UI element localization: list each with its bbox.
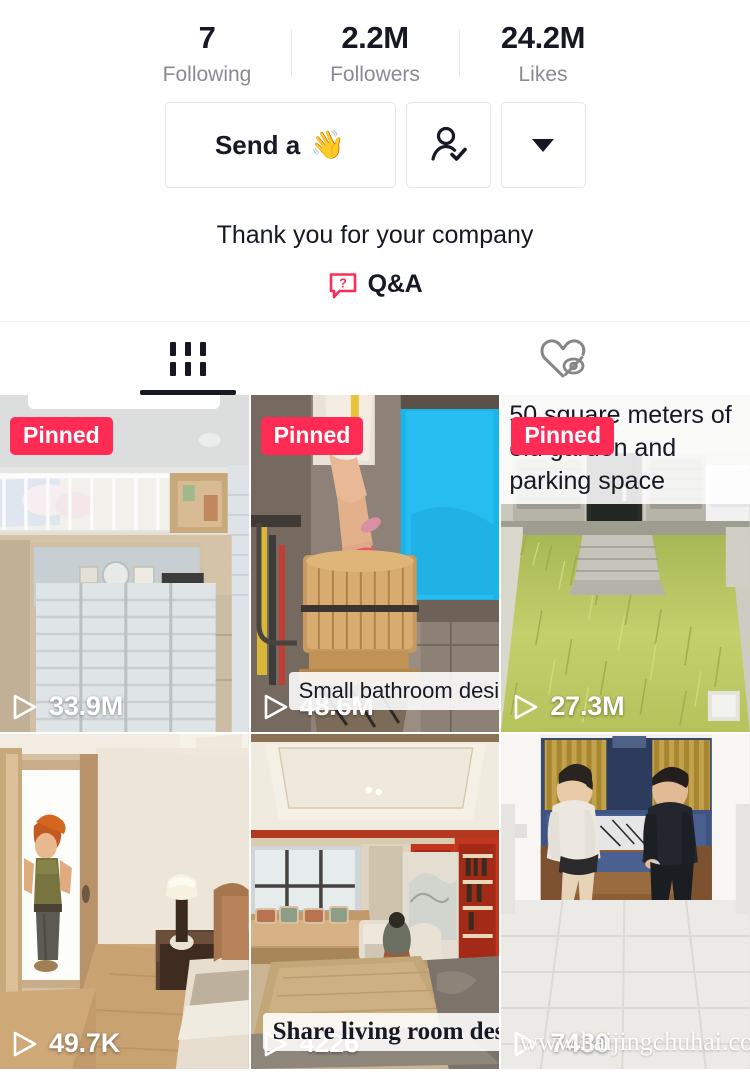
qa-link[interactable]: ? Q&A xyxy=(0,270,750,299)
video-tile[interactable]: Pinned Small bathroom design 48.6M xyxy=(250,395,500,732)
pinned-badge: Pinned xyxy=(10,417,113,455)
question-bubble-icon: ? xyxy=(329,272,356,298)
pinned-badge: Pinned xyxy=(260,417,364,455)
person-check-icon xyxy=(431,126,467,161)
svg-text:?: ? xyxy=(339,275,347,290)
play-icon xyxy=(13,1031,37,1056)
view-count-value: 27.3M xyxy=(550,691,625,721)
play-icon xyxy=(13,694,37,719)
view-count-value: 49.7K xyxy=(49,1028,121,1058)
video-thumbnail xyxy=(501,734,750,1069)
profile-actions: Send a 👋 xyxy=(0,102,750,188)
profile-bio: Thank you for your company xyxy=(216,221,534,249)
video-caption: Small bathroom design xyxy=(288,672,500,710)
more-options-button[interactable] xyxy=(500,102,586,188)
video-tile[interactable]: 49.7K xyxy=(0,734,249,1069)
video-caption: Share living room design xyxy=(262,1013,500,1051)
stat-likes-label: Likes xyxy=(518,63,568,86)
qa-label: Q&A xyxy=(367,270,423,298)
video-tile[interactable]: 50 square meters of old garden and parki… xyxy=(501,395,750,732)
following-status-button[interactable] xyxy=(405,102,491,188)
stat-followers[interactable]: 2.2M Followers xyxy=(291,18,459,90)
video-grid: Pinned 33.9M Pinned Small bathroom desi … xyxy=(0,395,750,1069)
send-message-label: Send a xyxy=(214,129,301,160)
tiktok-profile-screen: 7 Following 2.2M Followers 24.2M Likes S… xyxy=(0,0,750,1085)
video-tile[interactable]: Share living room design 4226 xyxy=(250,734,500,1069)
site-watermark: www.haijingchuhai.com xyxy=(519,1027,750,1056)
view-count: 27.3M xyxy=(513,691,625,722)
send-message-button[interactable]: Send a 👋 xyxy=(164,102,396,188)
view-count: 49.7K xyxy=(12,1028,120,1059)
video-tile[interactable]: 7430 www.haijingchuhai.com xyxy=(501,734,750,1069)
stat-following-value: 7 xyxy=(198,20,216,55)
tab-private-likes[interactable] xyxy=(375,322,750,395)
profile-stats: 7 Following 2.2M Followers 24.2M Likes xyxy=(0,0,750,100)
stat-following[interactable]: 7 Following xyxy=(123,18,291,90)
heart-eye-slash-icon xyxy=(540,338,585,377)
stat-likes[interactable]: 24.2M Likes xyxy=(459,18,627,90)
view-count-value: 33.9M xyxy=(49,691,124,721)
view-count: 33.9M xyxy=(12,691,123,722)
tab-videos[interactable] xyxy=(0,322,375,395)
grid-icon xyxy=(169,341,206,376)
stat-followers-label: Followers xyxy=(330,63,420,86)
video-thumbnail xyxy=(0,734,249,1069)
stat-likes-value: 24.2M xyxy=(500,20,586,55)
pinned-badge: Pinned xyxy=(511,417,614,455)
waving-hand-icon: 👋 xyxy=(310,129,346,160)
stat-followers-value: 2.2M xyxy=(341,20,409,55)
play-icon xyxy=(515,694,538,719)
chevron-down-icon xyxy=(532,138,554,152)
stat-following-label: Following xyxy=(162,63,252,86)
play-icon xyxy=(264,694,287,719)
cropped-caption-box xyxy=(28,395,220,409)
video-tile[interactable]: Pinned 33.9M xyxy=(0,395,249,732)
profile-tabs xyxy=(0,322,750,395)
